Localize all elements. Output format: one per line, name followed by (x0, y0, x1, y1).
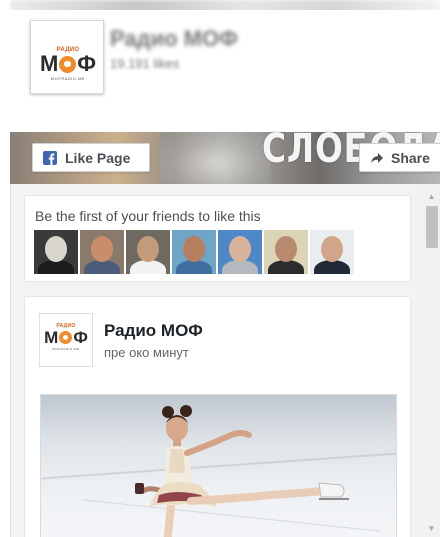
share-icon (370, 151, 384, 165)
post-timestamp[interactable]: пре око минут (104, 345, 189, 360)
post-card: РАДИО МФ MOFRADIO.ME Радио МОФ пре око м… (24, 296, 411, 537)
stream-scrollbar[interactable]: ▲ ▼ (423, 184, 440, 537)
scrollbar-thumb[interactable] (426, 206, 438, 248)
like-page-button[interactable]: Like Page (32, 143, 150, 172)
post-image[interactable] (40, 394, 397, 537)
page-cover[interactable]: СЛОБОДА РАДИО МФ MOFRADIO.ME Радио МОФ 1… (10, 0, 440, 184)
share-button[interactable]: Share (359, 143, 440, 172)
friend-avatar[interactable] (34, 230, 78, 274)
friend-avatar[interactable] (172, 230, 216, 274)
avatar-body (130, 260, 166, 274)
radio-mof-logo: РАДИО МФ MOFRADIO.ME (39, 47, 97, 81)
facebook-f-icon (43, 151, 57, 165)
avatar-head (275, 236, 297, 262)
friend-avatar[interactable] (310, 230, 354, 274)
logo-o-circle (59, 55, 77, 73)
logo-bottom-text: MOFRADIO.ME (50, 76, 86, 81)
logo-o-circle (59, 331, 73, 344)
logo-letter-f: Ф (77, 51, 97, 76)
post-author-link[interactable]: Радио МОФ (104, 321, 203, 341)
friend-avatar[interactable] (80, 230, 124, 274)
logo-main-text: МФ (44, 329, 88, 346)
scroll-up-arrow-icon[interactable]: ▲ (423, 188, 440, 205)
page-likes-count: 19.191 likes (110, 56, 180, 71)
friend-avatar[interactable] (264, 230, 308, 274)
page-name-link[interactable]: Радио МОФ (110, 26, 238, 52)
friend-avatar[interactable] (126, 230, 170, 274)
logo-letter-f: Ф (73, 328, 88, 347)
logo-main-text: МФ (40, 53, 96, 75)
profile-picture[interactable]: РАДИО МФ MOFRADIO.ME (30, 20, 104, 94)
logo-bottom-text: MOFRADIO.ME (52, 347, 80, 351)
figure-skater-photo (135, 405, 349, 537)
avatar-head (137, 236, 159, 262)
avatar-head (45, 236, 67, 262)
like-page-label: Like Page (65, 149, 131, 166)
page-stream[interactable]: Be the first of your friends to like thi… (10, 184, 440, 537)
avatar-body (176, 260, 212, 274)
share-label: Share (391, 149, 430, 166)
avatar-head (229, 236, 251, 262)
post-author-avatar[interactable]: РАДИО МФ MOFRADIO.ME (39, 313, 93, 367)
logo-letter-m: М (39, 51, 59, 76)
avatar-body (222, 260, 258, 274)
avatar-body (314, 260, 350, 274)
radio-mof-logo-small: РАДИО МФ MOFRADIO.ME (43, 323, 89, 351)
friends-like-text: Be the first of your friends to like thi… (35, 208, 261, 224)
avatar-head (91, 236, 113, 262)
logo-letter-m: М (44, 328, 59, 347)
avatar-body (268, 260, 304, 274)
avatar-body (84, 260, 120, 274)
friend-avatar[interactable] (218, 230, 262, 274)
scroll-down-arrow-icon[interactable]: ▼ (423, 520, 440, 537)
avatar-body (38, 260, 74, 274)
avatar-head (321, 236, 343, 262)
friend-faces (34, 230, 356, 274)
friends-card: Be the first of your friends to like thi… (24, 195, 411, 282)
avatar-head (183, 236, 205, 262)
